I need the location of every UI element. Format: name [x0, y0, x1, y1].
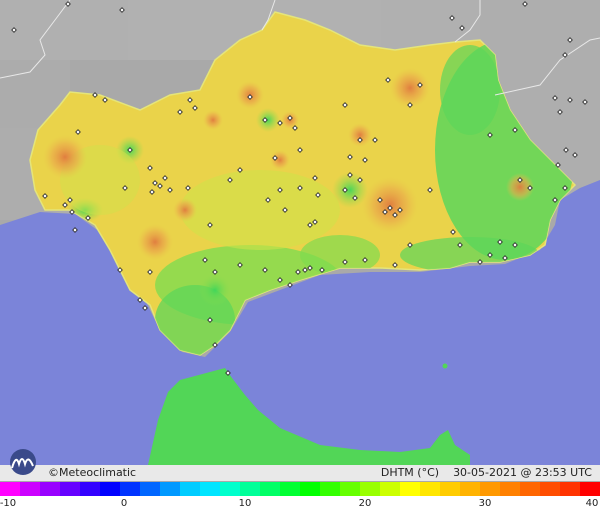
- scale-swatch: [400, 482, 420, 496]
- scale-swatch: [180, 482, 200, 496]
- scale-swatch: [0, 482, 20, 496]
- scale-swatch: [120, 482, 140, 496]
- scale-tick: 20: [358, 498, 372, 509]
- scale-swatch: [460, 482, 480, 496]
- scale-swatch: [480, 482, 500, 496]
- scale-tick: 0: [120, 498, 128, 509]
- meteoclimatic-logo-icon: [10, 449, 36, 475]
- scale-swatch: [300, 482, 320, 496]
- scale-swatch: [580, 482, 600, 496]
- scale-swatch: [20, 482, 40, 496]
- scale-swatch: [220, 482, 240, 496]
- scale-swatch: [380, 482, 400, 496]
- scale-swatch: [160, 482, 180, 496]
- scale-swatch: [340, 482, 360, 496]
- timestamp: 30-05-2021 @ 23:53 UTC: [453, 466, 592, 479]
- layer-name: DHTM (°C): [380, 466, 440, 479]
- brand-label[interactable]: ©Meteoclimatic: [48, 466, 136, 480]
- scale-swatch: [540, 482, 560, 496]
- scale-swatch: [80, 482, 100, 496]
- scale-tick: 30: [478, 498, 492, 509]
- scale-swatch: [420, 482, 440, 496]
- scale-swatch: [500, 482, 520, 496]
- scale-swatch: [140, 482, 160, 496]
- color-scale-bar: [0, 482, 600, 496]
- color-scale: -10 0 10 20 30 40: [0, 482, 600, 517]
- scale-tick: 10: [238, 498, 252, 509]
- scale-tick: 40: [585, 498, 599, 509]
- island: [442, 363, 448, 369]
- scale-tick: -10: [0, 498, 17, 509]
- scale-swatch: [40, 482, 60, 496]
- scale-swatch: [440, 482, 460, 496]
- temperature-map[interactable]: [0, 0, 600, 517]
- scale-swatch: [200, 482, 220, 496]
- scale-swatch: [100, 482, 120, 496]
- scale-swatch: [240, 482, 260, 496]
- scale-swatch: [360, 482, 380, 496]
- scale-swatch: [320, 482, 340, 496]
- scale-swatch: [60, 482, 80, 496]
- scale-swatch: [260, 482, 280, 496]
- scale-swatch: [560, 482, 580, 496]
- map-container: ©Meteoclimatic DHTM (°C) 30-05-2021 @ 23…: [0, 0, 600, 517]
- layer-info: DHTM (°C) 30-05-2021 @ 23:53 UTC: [381, 466, 592, 480]
- scale-swatch: [280, 482, 300, 496]
- scale-swatch: [520, 482, 540, 496]
